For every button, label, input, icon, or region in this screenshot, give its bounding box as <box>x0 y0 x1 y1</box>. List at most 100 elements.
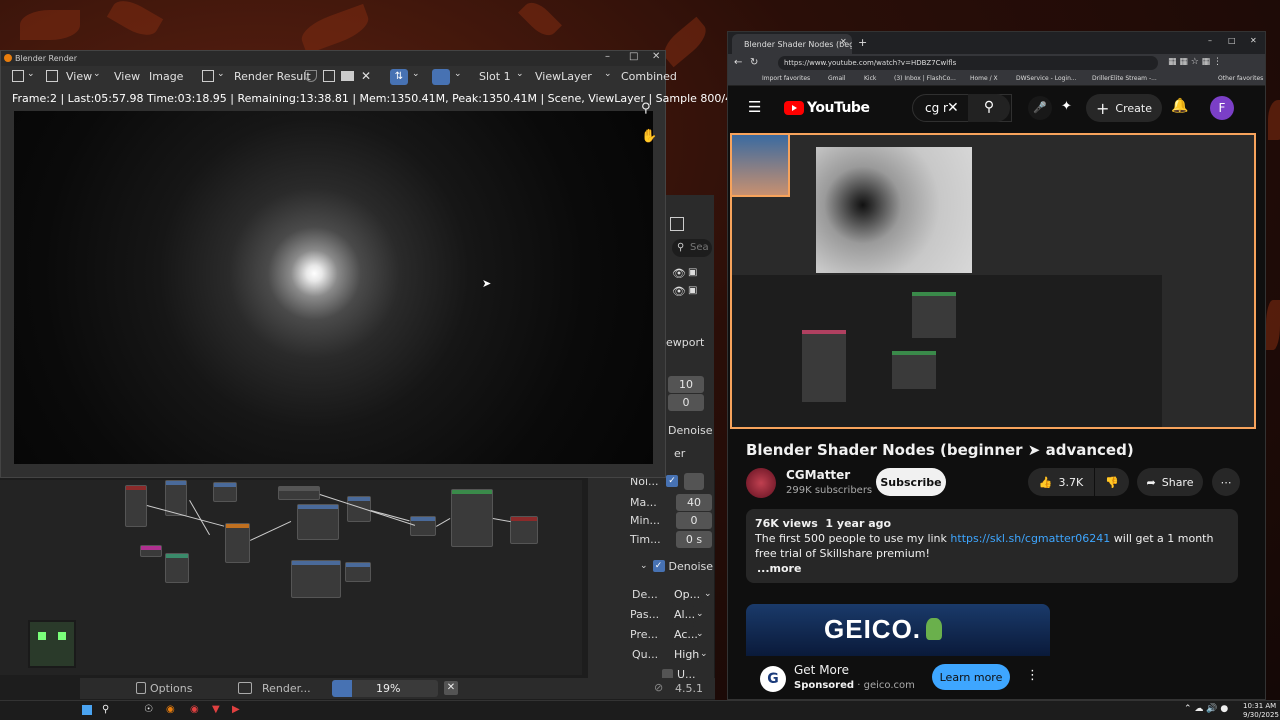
options-label[interactable]: Options <box>150 682 192 695</box>
video-player[interactable] <box>730 133 1256 429</box>
learn-more-button[interactable]: Learn more <box>932 664 1010 690</box>
camera-icon[interactable]: ▣ <box>688 267 697 278</box>
clock-date[interactable]: 9/30/2025 <box>1243 711 1279 719</box>
dislike-button[interactable]: 👎 <box>1095 468 1129 496</box>
more-actions-button[interactable]: ⋯ <box>1212 468 1240 496</box>
channel-name[interactable]: CGMatter <box>786 468 850 482</box>
max-samples-field[interactable]: 40 <box>676 493 712 511</box>
show-more-button[interactable]: ...more <box>757 561 1229 576</box>
render-result-name[interactable]: Render Result <box>234 70 311 83</box>
address-bar[interactable]: https://www.youtube.com/watch?v=HDBZ7Cwl… <box>778 56 1158 70</box>
extensions-icon[interactable]: ▦ ▦ ☆ ▦ ⋮ <box>1168 57 1222 67</box>
open-folder-icon[interactable] <box>341 71 354 81</box>
maximize-button[interactable]: □ <box>629 51 638 62</box>
hamburger-menu-icon[interactable]: ☰ <box>748 98 761 116</box>
view-layer-dropdown[interactable]: ViewLayer <box>535 70 592 83</box>
eye-icon[interactable]: 👁 <box>672 285 686 298</box>
maximize-button[interactable]: □ <box>1228 36 1236 45</box>
clear-search-icon[interactable]: ✕ <box>947 95 959 121</box>
render-pass-dropdown[interactable]: Combined <box>621 70 677 83</box>
image-menu[interactable]: Image <box>149 70 183 83</box>
shader-node-editor[interactable] <box>0 480 582 675</box>
other-favorites[interactable]: Other favorites <box>1218 75 1263 82</box>
close-button[interactable]: ✕ <box>652 51 660 62</box>
minimize-button[interactable]: – <box>1208 36 1212 45</box>
gemini-icon[interactable]: ✦ <box>1061 99 1072 114</box>
like-button[interactable]: 👍 3.7K <box>1028 468 1094 496</box>
notifications-bell-icon[interactable]: 🔔 <box>1171 98 1188 114</box>
skillshare-link[interactable]: https://skl.sh/cgmatter06241 <box>950 532 1110 545</box>
bookmark-item[interactable]: Import favorites <box>762 75 810 82</box>
viewport-max-samples[interactable]: 10 <box>668 375 704 393</box>
pan-hand-icon[interactable]: ✋ <box>641 129 657 144</box>
blender-taskbar-icon[interactable]: ◉ <box>166 704 175 715</box>
new-tab-button[interactable]: + <box>858 36 867 49</box>
clock-time[interactable]: 10:31 AM <box>1243 702 1276 710</box>
subscribe-button[interactable]: Subscribe <box>876 468 946 496</box>
time-limit-field[interactable]: 0 s <box>676 530 712 548</box>
taskbar-app-icon[interactable]: ▼ <box>212 704 220 715</box>
chevron-down-icon: ⌄ <box>93 69 101 79</box>
render-window[interactable]: Blender Render – □ ✕ ⌄ View ⌄ View Image… <box>0 50 753 478</box>
bookmark-item[interactable]: DrillerElite Stream -... <box>1092 75 1157 82</box>
search-button[interactable]: ⚲ <box>968 94 1010 122</box>
youtube-logo[interactable]: YouTube <box>784 100 870 116</box>
render-image-canvas[interactable] <box>14 111 653 464</box>
eye-icon[interactable]: 👁 <box>672 267 686 280</box>
bookmark-item[interactable]: (3) Inbox | FlashCo... <box>894 75 956 82</box>
tab-close-icon[interactable]: ✕ <box>840 37 847 46</box>
browser-tab-youtube[interactable]: Blender Shader Nodes (beg <box>732 34 852 54</box>
voice-search-button[interactable]: 🎤 <box>1028 96 1052 120</box>
search-taskbar-icon[interactable]: ⚲ <box>102 704 109 715</box>
tray-icons[interactable]: ⌃ ☁ 🔊 ● <box>1184 704 1228 714</box>
unlink-icon[interactable]: ✕ <box>361 69 371 83</box>
back-icon[interactable]: ← <box>734 57 742 68</box>
ad-menu-icon[interactable]: ⋮ <box>1026 668 1039 683</box>
passes-dropdown[interactable]: Al... <box>670 605 696 623</box>
zoom-icon[interactable]: ⚲ <box>641 101 651 116</box>
create-button[interactable]: + Create <box>1086 94 1162 122</box>
minimize-button[interactable]: – <box>605 51 610 62</box>
taskbar-app-icon[interactable]: ◉ <box>190 704 199 715</box>
prefilter-dropdown[interactable]: Ac... <box>670 625 698 643</box>
refresh-icon[interactable]: ↻ <box>750 57 758 68</box>
editor-type-icon[interactable] <box>12 70 24 82</box>
channel-avatar[interactable] <box>746 468 776 498</box>
min-samples-field[interactable]: 0 <box>676 511 712 529</box>
duplicate-icon[interactable] <box>323 70 335 82</box>
share-button[interactable]: ➦ Share <box>1137 468 1203 496</box>
bookmark-item[interactable]: Gmail <box>828 75 846 82</box>
noise-threshold-field[interactable] <box>684 472 704 490</box>
viewport-min-samples[interactable]: 0 <box>668 393 704 411</box>
noise-threshold-checkbox[interactable]: ✓ <box>666 475 678 487</box>
chevron-down-icon[interactable]: ⌄ <box>640 561 648 571</box>
ad-title[interactable]: Get More <box>794 663 849 677</box>
copy-icon[interactable] <box>670 217 684 231</box>
cancel-render-button[interactable]: ✕ <box>444 681 458 695</box>
denoiser-dropdown[interactable]: Op... <box>670 585 704 603</box>
taskbar-app-icon[interactable]: ☉ <box>144 704 153 715</box>
overlay-icon[interactable] <box>432 69 450 85</box>
view-menu[interactable]: View <box>114 70 140 83</box>
quality-dropdown[interactable]: High <box>670 645 700 663</box>
fake-user-icon[interactable] <box>305 70 317 82</box>
start-icon[interactable] <box>82 705 92 715</box>
video-description[interactable]: 76K views 1 year ago The first 500 peopl… <box>746 509 1238 583</box>
search-field[interactable]: ⚲ Sea <box>672 239 712 257</box>
display-mode-icon[interactable]: ⇅ <box>390 69 408 85</box>
image-browse-icon[interactable] <box>202 70 214 82</box>
description-text: The first 500 people to use my link http… <box>755 532 1214 560</box>
denoise-checkbox[interactable]: ✓ <box>652 560 665 572</box>
view-menu-button[interactable]: View <box>66 70 92 83</box>
youtube-taskbar-icon[interactable]: ▶ <box>232 704 240 715</box>
render-window-titlebar[interactable]: Blender Render – □ ✕ <box>1 51 665 66</box>
bookmark-item[interactable]: DWService - Login... <box>1016 75 1077 82</box>
account-avatar[interactable]: F <box>1210 96 1234 120</box>
camera-icon[interactable]: ▣ <box>688 285 697 296</box>
slot-dropdown[interactable]: Slot 1 <box>479 70 511 83</box>
bookmark-item[interactable]: Home / X <box>970 75 998 82</box>
close-button[interactable]: ✕ <box>1250 36 1257 45</box>
bookmark-item[interactable]: Kick <box>864 75 876 82</box>
ad-banner[interactable]: GEICO. <box>746 604 1050 656</box>
options-icon[interactable] <box>136 682 146 694</box>
